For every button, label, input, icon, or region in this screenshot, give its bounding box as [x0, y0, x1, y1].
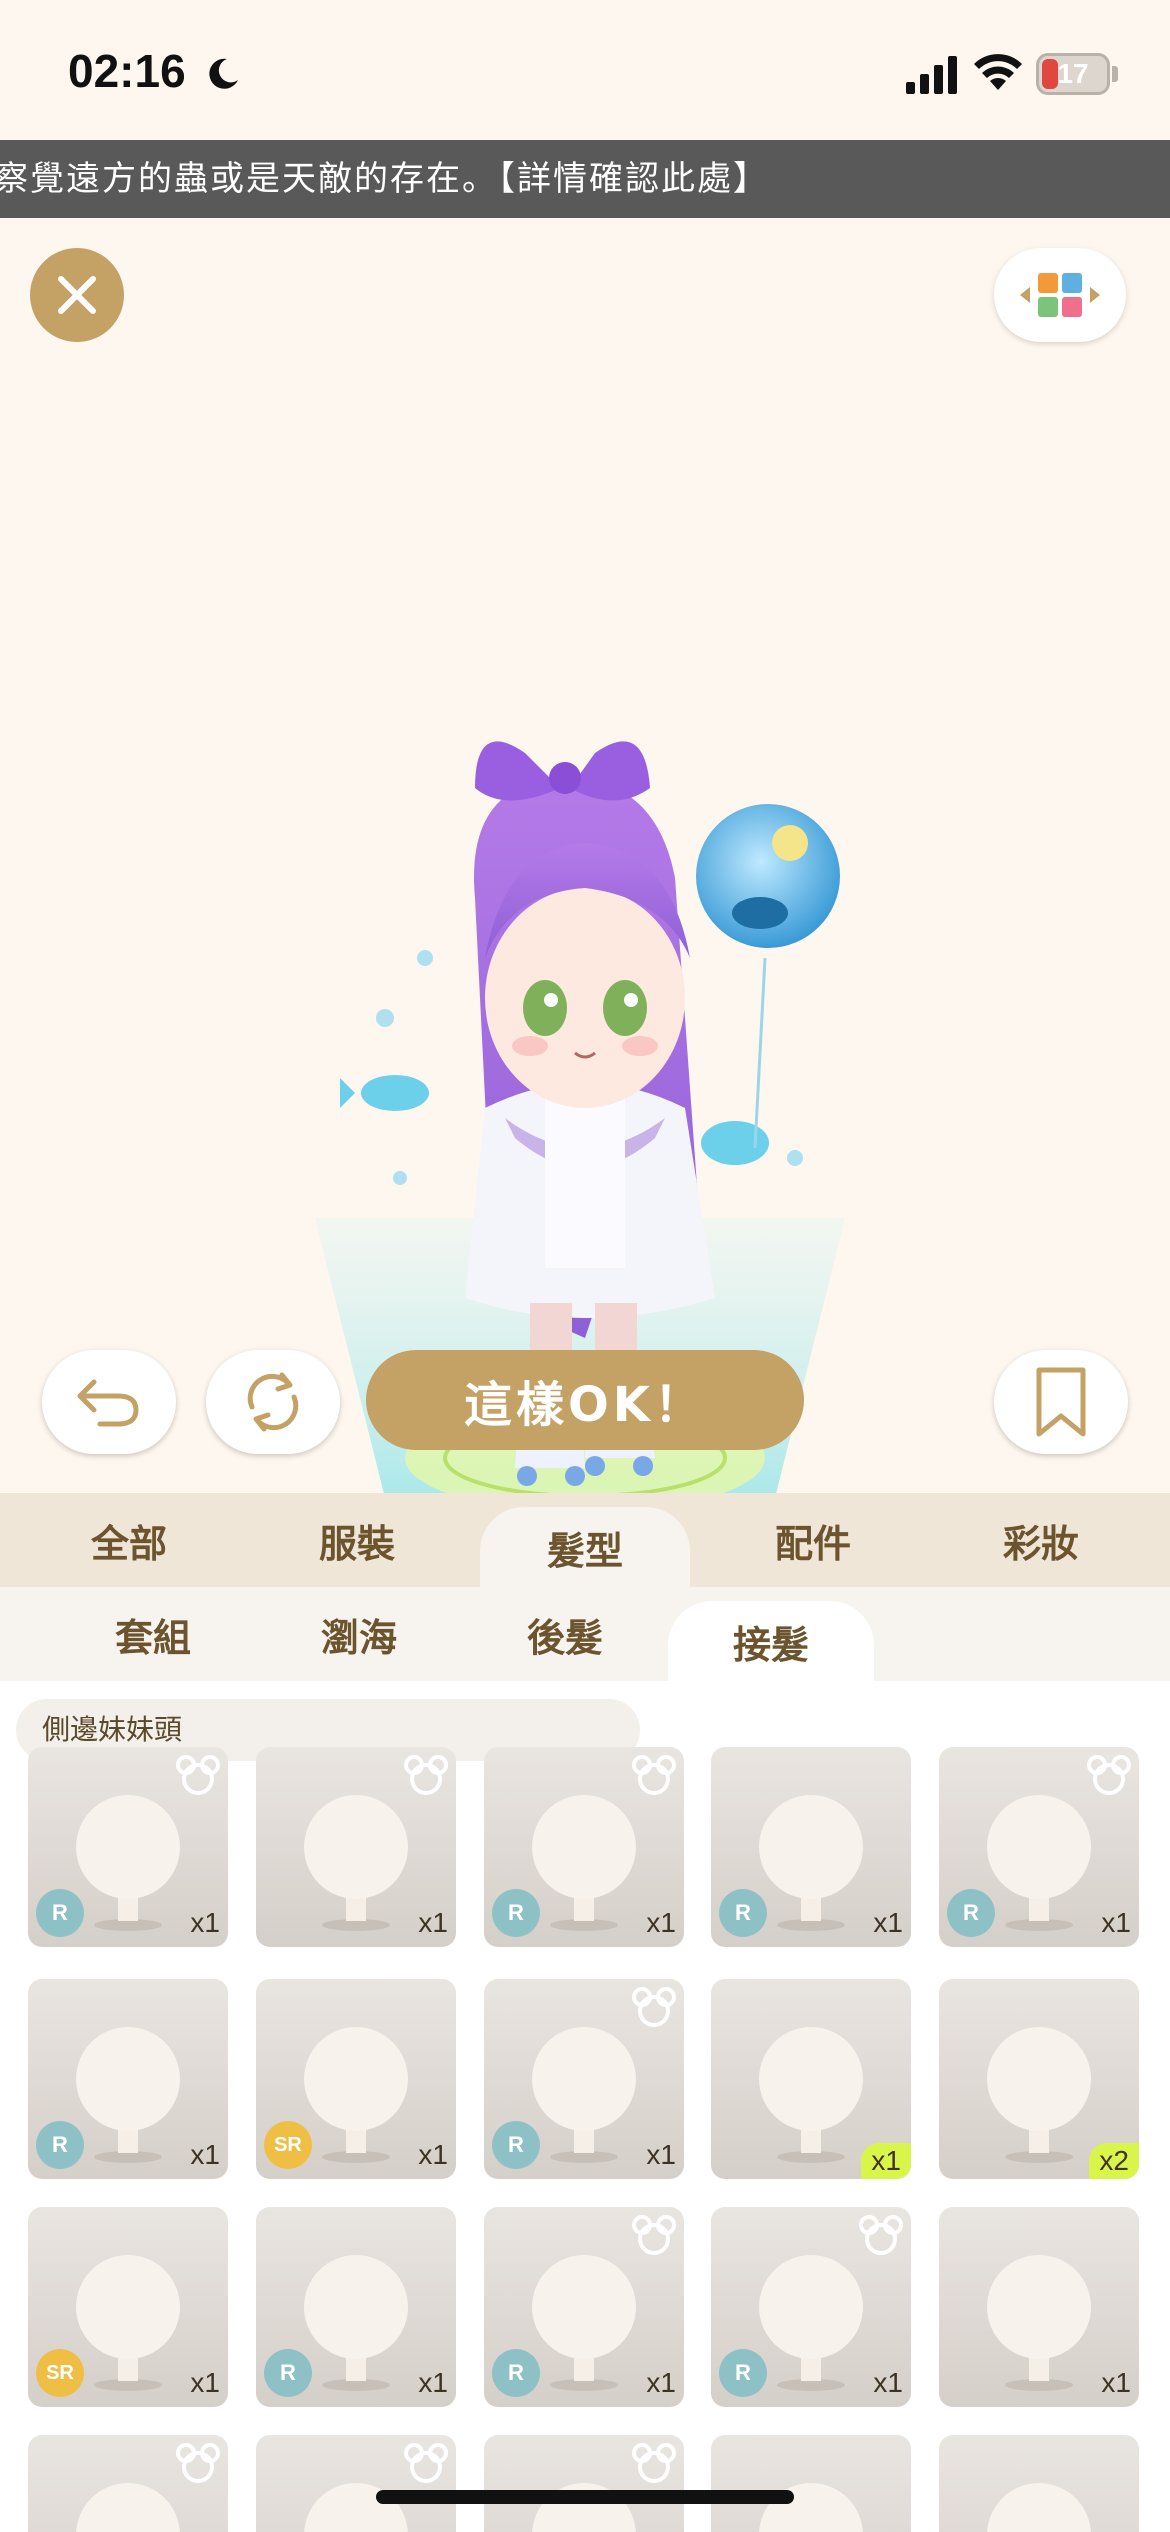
category-tabs: 全部 服裝 髮型 配件 彩妝	[0, 1493, 1170, 1587]
item-quantity: x1	[190, 2139, 220, 2170]
close-icon	[58, 276, 96, 314]
rarity-badge: R	[264, 2349, 312, 2397]
item-card[interactable]: x1	[711, 1979, 911, 2179]
item-card[interactable]: x1	[256, 1747, 456, 1947]
avatar-stage: 這樣OK！	[0, 218, 1170, 1513]
randomize-button[interactable]	[206, 1350, 340, 1454]
item-quantity: x1	[873, 2367, 903, 2398]
news-marquee[interactable]: 察覺遠方的蟲或是天敵的存在。【詳情確認此處】	[0, 140, 1170, 218]
item-quantity: x1	[418, 1907, 448, 1938]
item-quantity: x2	[1089, 2143, 1139, 2179]
item-quantity: x1	[646, 2139, 676, 2170]
item-card[interactable]: Rx1	[484, 1979, 684, 2179]
rarity-badge: R	[719, 2349, 767, 2397]
item-card[interactable]: x1	[939, 2207, 1139, 2407]
item-card[interactable]: Rx1	[939, 1747, 1139, 1947]
item-quantity: x1	[418, 2367, 448, 2398]
close-button[interactable]	[30, 248, 124, 342]
bear-icon	[404, 2443, 448, 2483]
rarity-badge: R	[492, 1889, 540, 1937]
item-quantity: x1	[646, 2367, 676, 2398]
rarity-badge: R	[492, 2121, 540, 2169]
bookmark-button[interactable]	[994, 1350, 1128, 1454]
bear-icon	[176, 1755, 220, 1795]
item-card[interactable]: Rx1	[484, 1747, 684, 1947]
wifi-icon	[974, 54, 1022, 90]
tab-set[interactable]: 套組	[50, 1587, 256, 1681]
item-quantity: x1	[418, 2139, 448, 2170]
rarity-badge: R	[492, 2349, 540, 2397]
item-quantity: x1	[861, 2143, 911, 2179]
item-card[interactable]: Rx1	[256, 2207, 456, 2407]
refresh-icon	[247, 1372, 299, 1432]
bear-icon	[632, 2443, 676, 2483]
moon-icon	[209, 58, 238, 89]
tab-bangs[interactable]: 瀏海	[256, 1587, 462, 1681]
grid-icon	[1020, 273, 1100, 317]
item-card[interactable]	[28, 2435, 228, 2532]
marquee-text[interactable]: 察覺遠方的蟲或是天敵的存在。【詳情確認此處】	[0, 140, 769, 218]
rarity-badge: SR	[264, 2121, 312, 2169]
battery-level: 17	[1057, 58, 1089, 89]
item-card[interactable]	[711, 2435, 911, 2532]
item-quantity: x1	[873, 1907, 903, 1938]
layout-switch-button[interactable]	[994, 248, 1126, 342]
hair-item-preview	[987, 2483, 1091, 2532]
item-card[interactable]	[256, 2435, 456, 2532]
status-bar: 02:16 17	[0, 0, 1170, 140]
rarity-badge: R	[719, 1889, 767, 1937]
item-quantity: x1	[1101, 1907, 1131, 1938]
tab-accessories[interactable]: 配件	[708, 1493, 918, 1587]
item-grid: 側邊妹妹頭 Rx1 x1 Rx1 Rx1 Rx1 Rx1 SR x1 Rx1 x1 x2 SR x1 Rx…	[0, 1681, 1170, 2532]
bear-icon	[632, 1987, 676, 2027]
item-card[interactable]: SR x1	[256, 1979, 456, 2179]
item-card[interactable]: x2	[939, 1979, 1139, 2179]
battery-nub	[1112, 66, 1118, 82]
item-card[interactable]: Rx1	[28, 1747, 228, 1947]
rarity-badge: R	[947, 1889, 995, 1937]
rarity-badge: R	[36, 2121, 84, 2169]
hair-item-preview	[759, 2483, 863, 2532]
tab-hairstyle[interactable]: 髮型	[480, 1507, 690, 1587]
status-time: 02:16	[68, 45, 186, 97]
item-card[interactable]	[484, 2435, 684, 2532]
bear-icon	[859, 2215, 903, 2255]
item-card[interactable]	[939, 2435, 1139, 2532]
item-quantity: x1	[190, 1907, 220, 1938]
rarity-badge: R	[36, 1889, 84, 1937]
tab-back-hair[interactable]: 後髮	[462, 1587, 668, 1681]
item-quantity: x1	[646, 1907, 676, 1938]
tab-makeup[interactable]: 彩妝	[936, 1493, 1146, 1587]
battery-icon: 17	[1036, 53, 1110, 95]
home-indicator[interactable]	[376, 2490, 794, 2504]
item-card[interactable]: SR x1	[28, 2207, 228, 2407]
item-quantity: x1	[1101, 2367, 1131, 2398]
item-card[interactable]: Rx1	[711, 1747, 911, 1947]
rarity-badge: SR	[36, 2349, 84, 2397]
item-card[interactable]: Rx1	[711, 2207, 911, 2407]
undo-button[interactable]	[42, 1350, 176, 1454]
confirm-ok-button[interactable]: 這樣OK！	[366, 1350, 804, 1450]
bear-icon	[404, 1755, 448, 1795]
tab-all[interactable]: 全部	[24, 1493, 234, 1587]
bear-icon	[632, 2215, 676, 2255]
undo-icon	[77, 1379, 139, 1427]
tab-extensions[interactable]: 接髮	[668, 1601, 874, 1681]
bear-icon	[1087, 1755, 1131, 1795]
bear-icon	[632, 1755, 676, 1795]
tab-clothing[interactable]: 服裝	[252, 1493, 462, 1587]
signal-icon	[906, 56, 957, 94]
item-card[interactable]: Rx1	[484, 2207, 684, 2407]
bookmark-icon	[1036, 1367, 1086, 1437]
bear-icon	[176, 2443, 220, 2483]
item-quantity: x1	[190, 2367, 220, 2398]
item-card[interactable]: Rx1	[28, 1979, 228, 2179]
subcategory-tabs: 套組 瀏海 後髮 接髮	[0, 1587, 1170, 1681]
